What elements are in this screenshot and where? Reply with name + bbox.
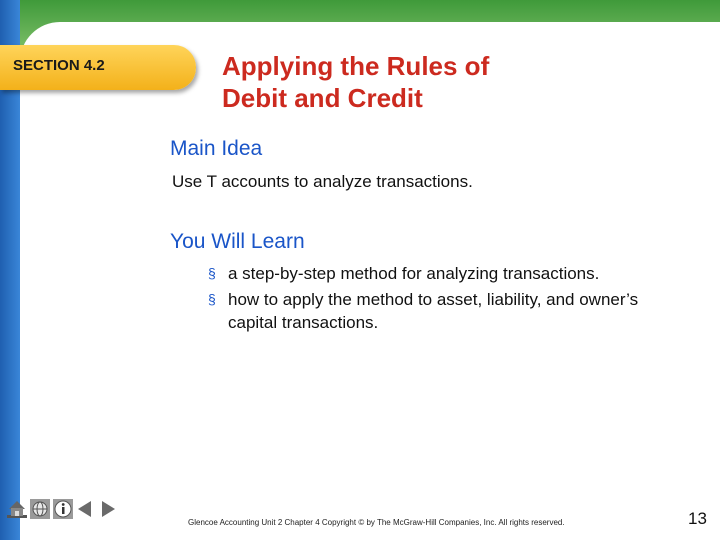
navigation-bar — [6, 497, 118, 521]
web-globe-icon[interactable] — [29, 498, 50, 520]
learning-bullet: § a step-by-step method for analyzing tr… — [208, 262, 688, 285]
footer-copyright: Glencoe Accounting Unit 2 Chapter 4 Copy… — [188, 518, 565, 527]
page-number: 13 — [688, 509, 707, 528]
slide-title-line-2: Debit and Credit — [222, 83, 423, 113]
section-label: SECTION 4.2 — [13, 57, 105, 74]
learning-bullets: § a step-by-step method for analyzing tr… — [208, 262, 688, 337]
slide-title: Applying the Rules of Debit and Credit — [222, 50, 662, 114]
previous-arrow-icon[interactable] — [75, 498, 95, 520]
main-idea-heading: Main Idea — [170, 137, 263, 160]
main-idea-text: Use T accounts to analyze transactions. — [172, 172, 473, 191]
learning-bullet-text: how to apply the method to asset, liabil… — [228, 290, 639, 332]
info-icon[interactable] — [52, 498, 73, 520]
home-icon[interactable] — [6, 498, 27, 520]
slide-title-line-1: Applying the Rules of — [222, 51, 490, 81]
bullet-marker-icon: § — [208, 291, 216, 307]
you-will-learn-heading: You Will Learn — [170, 230, 305, 253]
section-tab: SECTION 4.2 — [0, 45, 196, 90]
next-arrow-icon[interactable] — [98, 498, 118, 520]
bullet-marker-icon: § — [208, 265, 216, 281]
learning-bullet: § how to apply the method to asset, liab… — [208, 288, 688, 334]
learning-bullet-text: a step-by-step method for analyzing tran… — [228, 264, 600, 283]
